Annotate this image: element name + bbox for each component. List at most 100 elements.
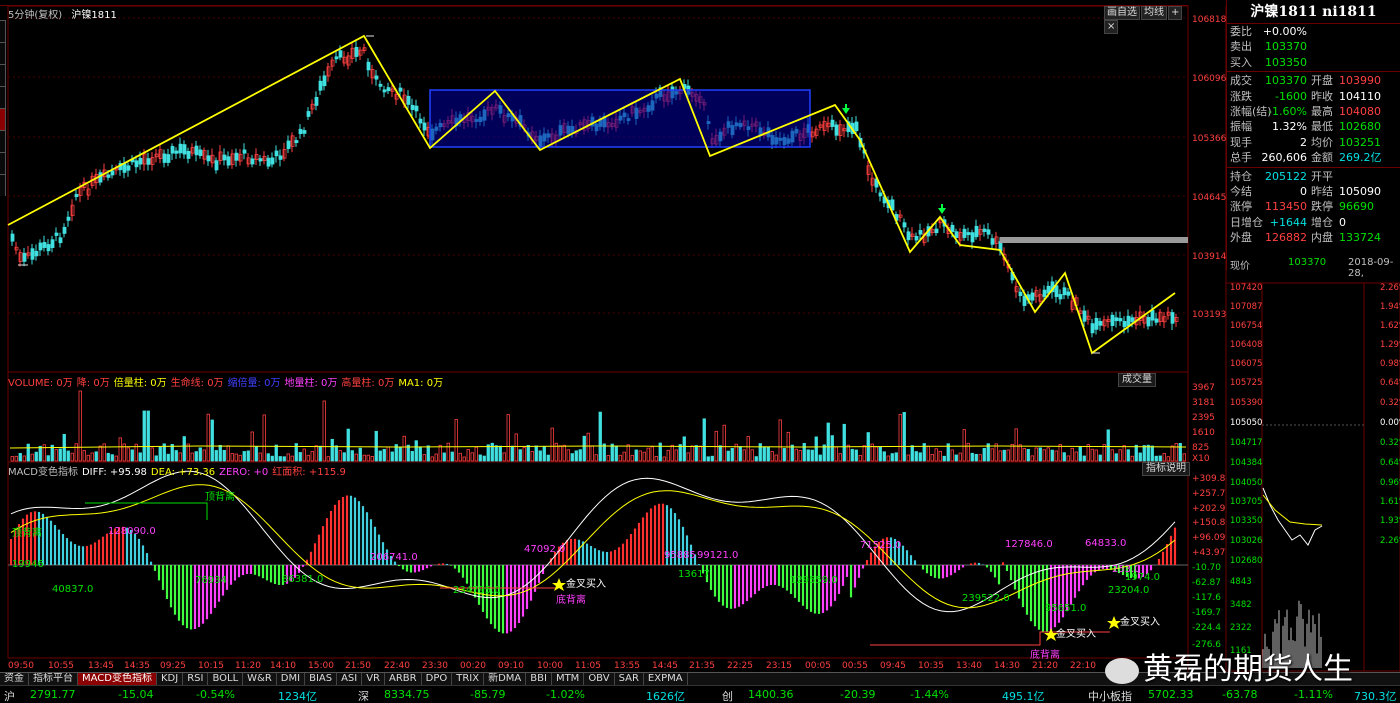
volume-indicator-button[interactable]: 成交量 — [1118, 373, 1156, 387]
volume-bar — [570, 453, 574, 462]
time-axis-label: 09:45 — [880, 661, 906, 671]
macd-header-item: DIFF: +95.98 — [81, 467, 147, 478]
chart-header-button[interactable]: × — [1104, 20, 1119, 34]
candle-body — [906, 231, 911, 241]
chart-header-button[interactable]: + — [1168, 6, 1183, 20]
volume-bar — [590, 445, 594, 462]
quote-value: 133724 — [1339, 231, 1381, 245]
volume-bar — [878, 446, 882, 462]
indicator-tab[interactable]: BOLL — [208, 673, 244, 685]
quote-label: 涨幅(结) — [1230, 104, 1272, 118]
volume-bar — [106, 452, 110, 462]
indicator-tab[interactable]: 资金 — [0, 673, 29, 685]
indicator-tab[interactable]: ARBR — [385, 673, 422, 685]
volume-bar — [690, 445, 694, 462]
quote-row: 买入 103350 — [1227, 55, 1400, 70]
chart-header-button[interactable]: 均线 — [1141, 6, 1167, 20]
volume-bar — [390, 451, 394, 462]
indicator-tab[interactable]: DPO — [422, 673, 453, 685]
indicator-tab[interactable]: MTM — [552, 673, 585, 685]
mini-axis-right-label: 1.94% — [1380, 302, 1400, 312]
volume-axis-label: X10 — [1192, 454, 1210, 464]
indicator-tab[interactable]: TRIX — [452, 673, 485, 685]
volume-bar — [430, 456, 434, 462]
volume-bar — [618, 454, 622, 462]
status-item: 730.3亿 — [1354, 690, 1397, 703]
indicator-tab[interactable]: EXPMA — [644, 673, 688, 685]
candle-body — [322, 75, 327, 87]
volume-bar — [454, 419, 458, 462]
status-item: 1234亿 — [278, 690, 317, 703]
chart-header-buttons[interactable]: 画自选 均线 + × — [1104, 6, 1188, 34]
macd-annotation: 47092.0 — [524, 544, 565, 555]
indicator-tab[interactable]: 新DMA — [484, 673, 527, 685]
indicator-tab[interactable]: SAR — [615, 673, 644, 685]
candle-body — [58, 237, 63, 244]
volume-bar — [410, 450, 414, 462]
candle-body — [170, 146, 175, 154]
chart-header-button[interactable]: 画自选 — [1104, 6, 1140, 20]
volume-bar — [650, 446, 654, 462]
volume-bar — [318, 445, 322, 462]
status-item: 8334.75 — [384, 688, 430, 701]
mini-axis-right-label: 0.96% — [1380, 478, 1400, 488]
volume-bar — [214, 450, 218, 462]
candle-body — [338, 50, 343, 58]
resistance-bar — [1000, 237, 1188, 243]
volume-bar — [962, 429, 966, 462]
indicator-help-button[interactable]: 指标说明 — [1142, 462, 1190, 476]
volume-bar — [682, 436, 686, 462]
volume-axis-label: 3967 — [1192, 383, 1215, 393]
quote-label: 最低 — [1311, 120, 1333, 134]
candle-body — [914, 235, 919, 241]
time-axis-label: 15:00 — [308, 661, 334, 671]
volume-bar — [1154, 455, 1158, 462]
indicator-tab[interactable]: MACD变色指标 — [78, 673, 157, 685]
volume-bar — [654, 455, 658, 462]
volume-header-item: 地量柱: 0万 — [284, 378, 338, 389]
indicator-tab[interactable]: W&R — [243, 673, 277, 685]
indicator-tab[interactable]: KDJ — [157, 673, 184, 685]
status-item: 1400.36 — [748, 688, 794, 701]
chart-canvas[interactable]: 106818 106096 105366 104645 103914 103193 3967… — [0, 0, 1400, 703]
volume-bar — [1134, 444, 1138, 462]
status-item: 中小板指 — [1088, 690, 1132, 703]
volume-bar — [694, 445, 698, 462]
macd-annotation: 95651.0 — [1045, 603, 1086, 614]
volume-bar — [526, 445, 530, 462]
volume-bar — [550, 427, 554, 462]
quote-row: 总手 260,606 金额 269.2亿 — [1227, 150, 1400, 165]
indicator-tab[interactable]: VR — [362, 673, 386, 685]
volume-bar — [126, 447, 130, 462]
volume-bar — [702, 418, 706, 462]
volume-bar — [254, 446, 258, 462]
volume-bar — [1170, 445, 1174, 462]
indicator-tab[interactable]: BIAS — [305, 673, 338, 685]
indicator-tab[interactable]: DMI — [277, 673, 306, 685]
indicator-tab[interactable]: 指标平台 — [29, 673, 78, 685]
volume-bar — [558, 445, 562, 462]
volume-bar — [1150, 445, 1154, 462]
volume-bar — [606, 455, 610, 462]
macd-annotation: 40837.0 — [52, 584, 93, 595]
candle-body — [266, 157, 271, 167]
candle-body — [366, 61, 371, 71]
candle-body — [378, 83, 383, 87]
volume-bar — [974, 453, 978, 462]
indicator-tab[interactable]: BBI — [526, 673, 552, 685]
candle-body — [278, 155, 283, 160]
volume-bar — [622, 451, 626, 462]
volume-bar — [314, 445, 318, 462]
indicator-tab[interactable]: RSI — [183, 673, 209, 685]
volume-bar — [502, 452, 506, 462]
indicator-tab[interactable]: OBV — [584, 673, 615, 685]
volume-bar — [366, 454, 370, 462]
candle-body — [54, 232, 59, 236]
macd-axis-label: +43.97 — [1192, 548, 1225, 558]
mini-axis-left-label: 103350 — [1230, 516, 1262, 526]
mini-axis-right-label: 0.64% — [1380, 458, 1400, 468]
macd-annotation: 19946 — [12, 559, 44, 570]
volume-bar — [950, 449, 954, 462]
volume-bar — [90, 452, 94, 462]
indicator-tab[interactable]: ASI — [337, 673, 363, 685]
